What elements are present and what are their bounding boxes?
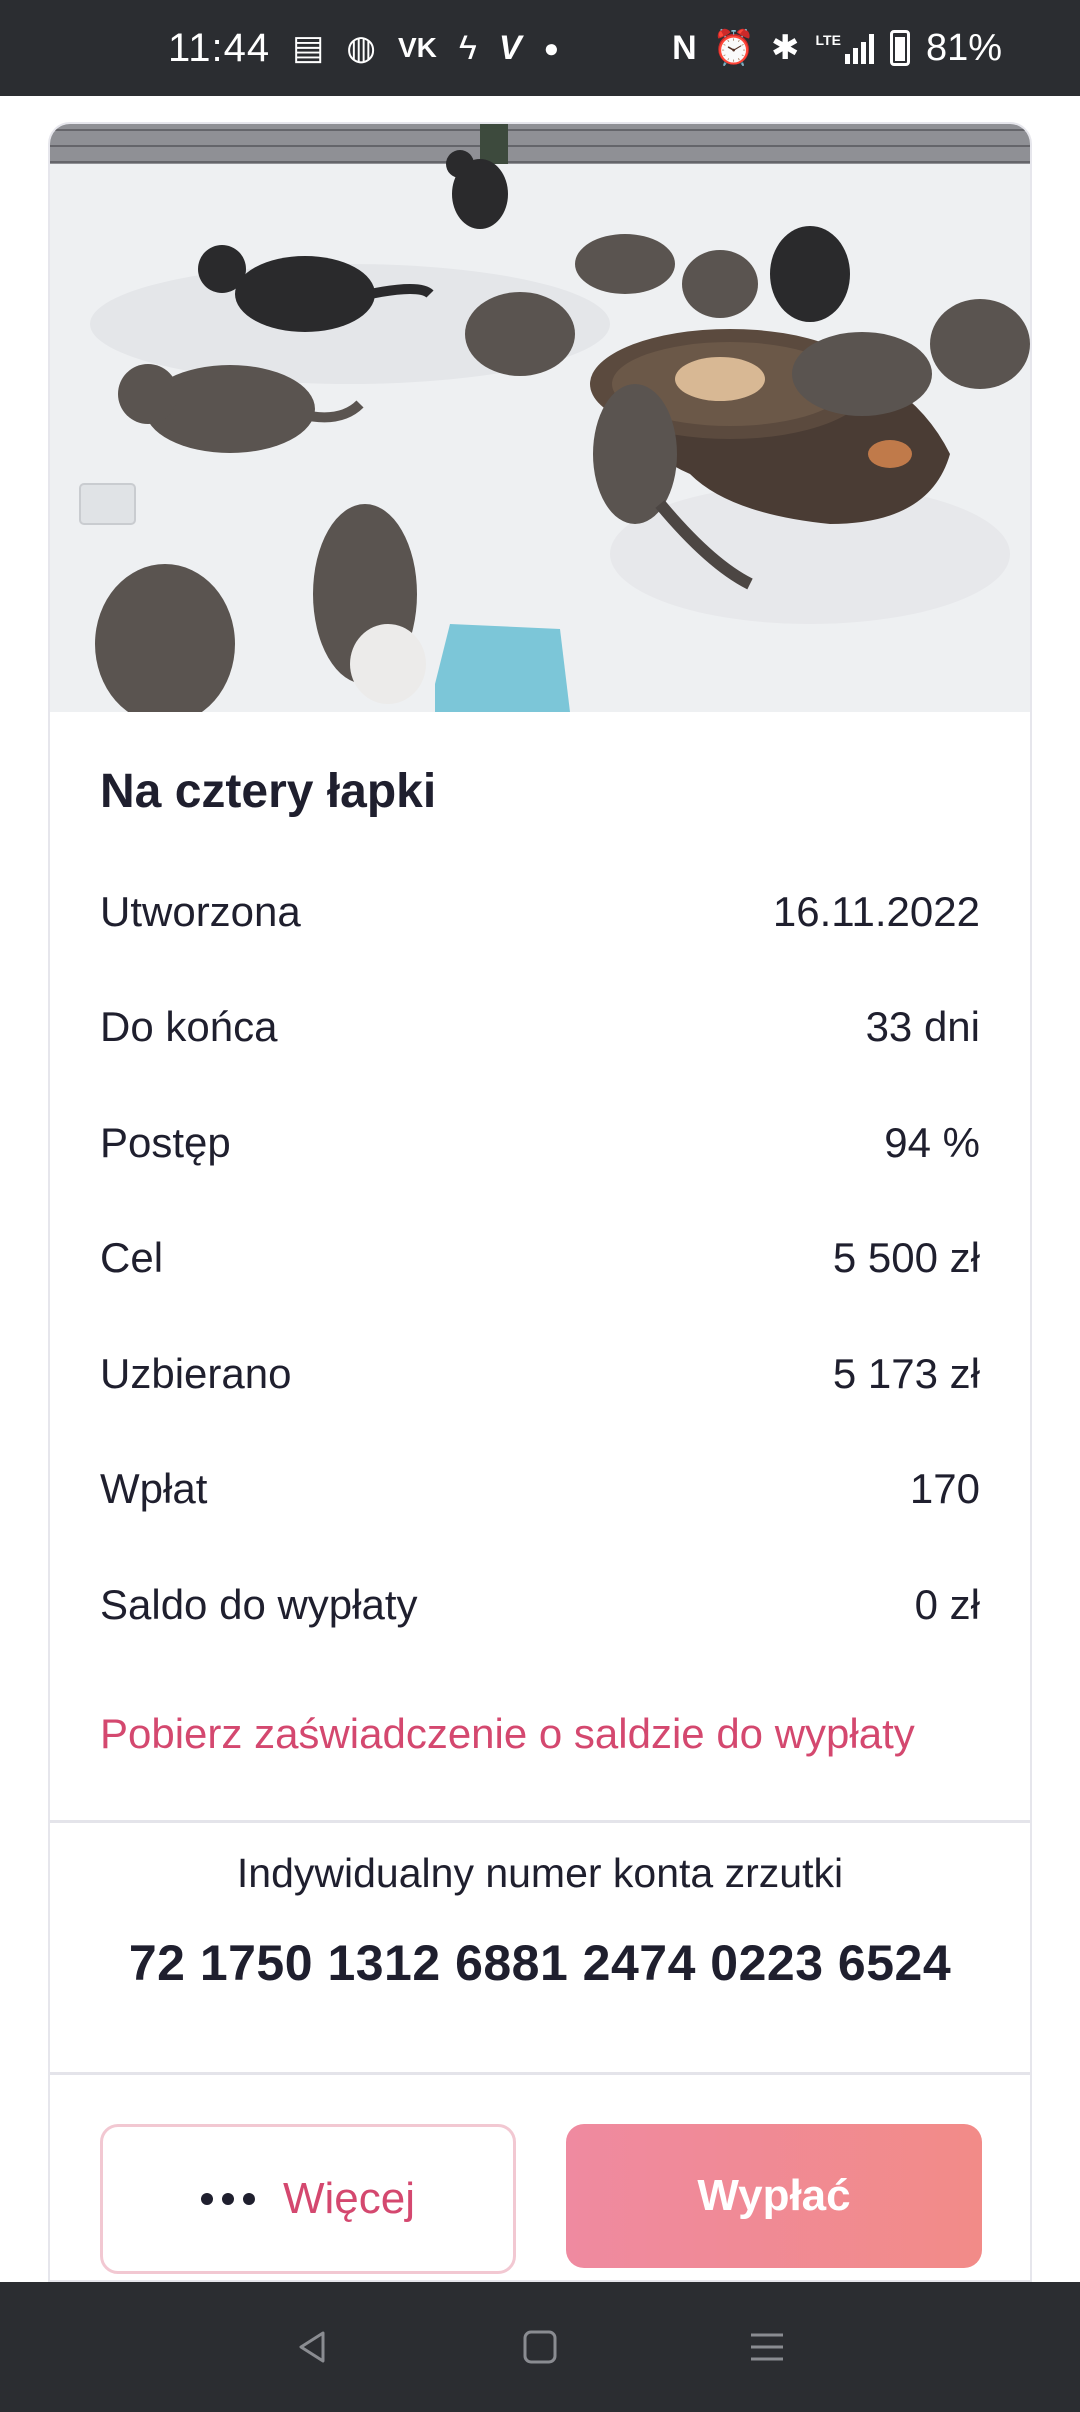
detail-label: Postęp bbox=[100, 1118, 231, 1166]
home-button[interactable] bbox=[500, 2307, 580, 2387]
detail-value: 0 zł bbox=[914, 1580, 980, 1628]
detail-label: Cel bbox=[100, 1234, 164, 1282]
detail-row-payments: Wpłat 170 bbox=[100, 1432, 980, 1548]
status-bar-left: 11:44 ▤ ◍ VK ϟ V ● bbox=[168, 0, 559, 96]
withdraw-button[interactable]: Wypłać bbox=[566, 2124, 982, 2268]
detail-label: Do końca bbox=[100, 1003, 278, 1051]
nfc-icon: N bbox=[672, 29, 697, 67]
app-icon: ϟ bbox=[458, 29, 477, 67]
detail-row-goal: Cel 5 500 zł bbox=[100, 1201, 980, 1317]
message-icon: ▤ bbox=[292, 29, 325, 67]
detail-value: 5 173 zł bbox=[832, 1349, 980, 1397]
messenger-icon: ◍ bbox=[346, 29, 376, 67]
back-button[interactable] bbox=[273, 2307, 353, 2387]
back-icon bbox=[299, 2331, 325, 2363]
status-bar: 11:44 ▤ ◍ VK ϟ V ● N ⏰ ✱ LTE 81% bbox=[0, 0, 1080, 96]
more-dots-icon bbox=[200, 2193, 255, 2205]
detail-row-remaining: Do końca 33 dni bbox=[100, 970, 980, 1086]
v-icon: V bbox=[498, 29, 522, 67]
download-certificate-link[interactable]: Pobierz zaświadczenie o saldzie do wypła… bbox=[100, 1710, 980, 1758]
withdraw-button-label: Wypłać bbox=[697, 2171, 851, 2220]
status-time: 11:44 bbox=[168, 25, 271, 70]
detail-label: Uzbierano bbox=[100, 1349, 292, 1397]
cats-in-snow-image bbox=[50, 124, 1030, 712]
fundraiser-card: Na cztery łapki Utworzona 16.11.2022 Do … bbox=[48, 122, 1032, 2282]
divider bbox=[50, 2072, 1030, 2075]
more-button-label: Więcej bbox=[282, 2174, 416, 2223]
fundraiser-title: Na cztery łapki bbox=[100, 765, 437, 818]
detail-value: 5 500 zł bbox=[832, 1234, 980, 1282]
details-list: Utworzona 16.11.2022 Do końca 33 dni Pos… bbox=[100, 854, 980, 1663]
alarm-icon: ⏰ bbox=[712, 29, 756, 67]
recents-button[interactable] bbox=[727, 2307, 807, 2387]
recents-icon bbox=[750, 2333, 783, 2361]
detail-label: Wpłat bbox=[100, 1465, 208, 1513]
detail-value: 94 % bbox=[884, 1118, 980, 1166]
battery-level: 81% bbox=[925, 26, 1002, 69]
signal-icon: LTE bbox=[816, 32, 874, 64]
battery-icon bbox=[889, 30, 910, 66]
dot-icon: ● bbox=[543, 33, 560, 63]
status-bar-right: N ⏰ ✱ LTE 81% bbox=[672, 0, 1002, 96]
detail-row-created: Utworzona 16.11.2022 bbox=[100, 854, 980, 970]
detail-value: 33 dni bbox=[865, 1003, 980, 1051]
page-content: Na cztery łapki Utworzona 16.11.2022 Do … bbox=[0, 96, 1080, 2282]
detail-value: 170 bbox=[909, 1465, 980, 1513]
account-number: 72 1750 1312 6881 2474 0223 6524 bbox=[128, 1935, 952, 1991]
detail-row-progress: Postęp 94 % bbox=[100, 1085, 980, 1201]
fundraiser-photo bbox=[50, 124, 1030, 712]
divider bbox=[50, 1820, 1030, 1823]
detail-row-balance: Saldo do wypłaty 0 zł bbox=[100, 1547, 980, 1663]
detail-row-collected: Uzbierano 5 173 zł bbox=[100, 1316, 980, 1432]
navigation-bar bbox=[0, 2282, 1080, 2412]
detail-value: 16.11.2022 bbox=[772, 887, 980, 935]
bluetooth-icon: ✱ bbox=[771, 29, 800, 67]
detail-label: Utworzona bbox=[100, 887, 301, 935]
vk-icon: VK bbox=[397, 32, 437, 63]
lte-label: LTE bbox=[815, 32, 841, 48]
more-button[interactable]: Więcej bbox=[100, 2124, 516, 2274]
home-icon bbox=[523, 2330, 557, 2364]
detail-label: Saldo do wypłaty bbox=[100, 1580, 418, 1628]
account-number-label: Indywidualny numer konta zrzutki bbox=[236, 1850, 844, 1896]
